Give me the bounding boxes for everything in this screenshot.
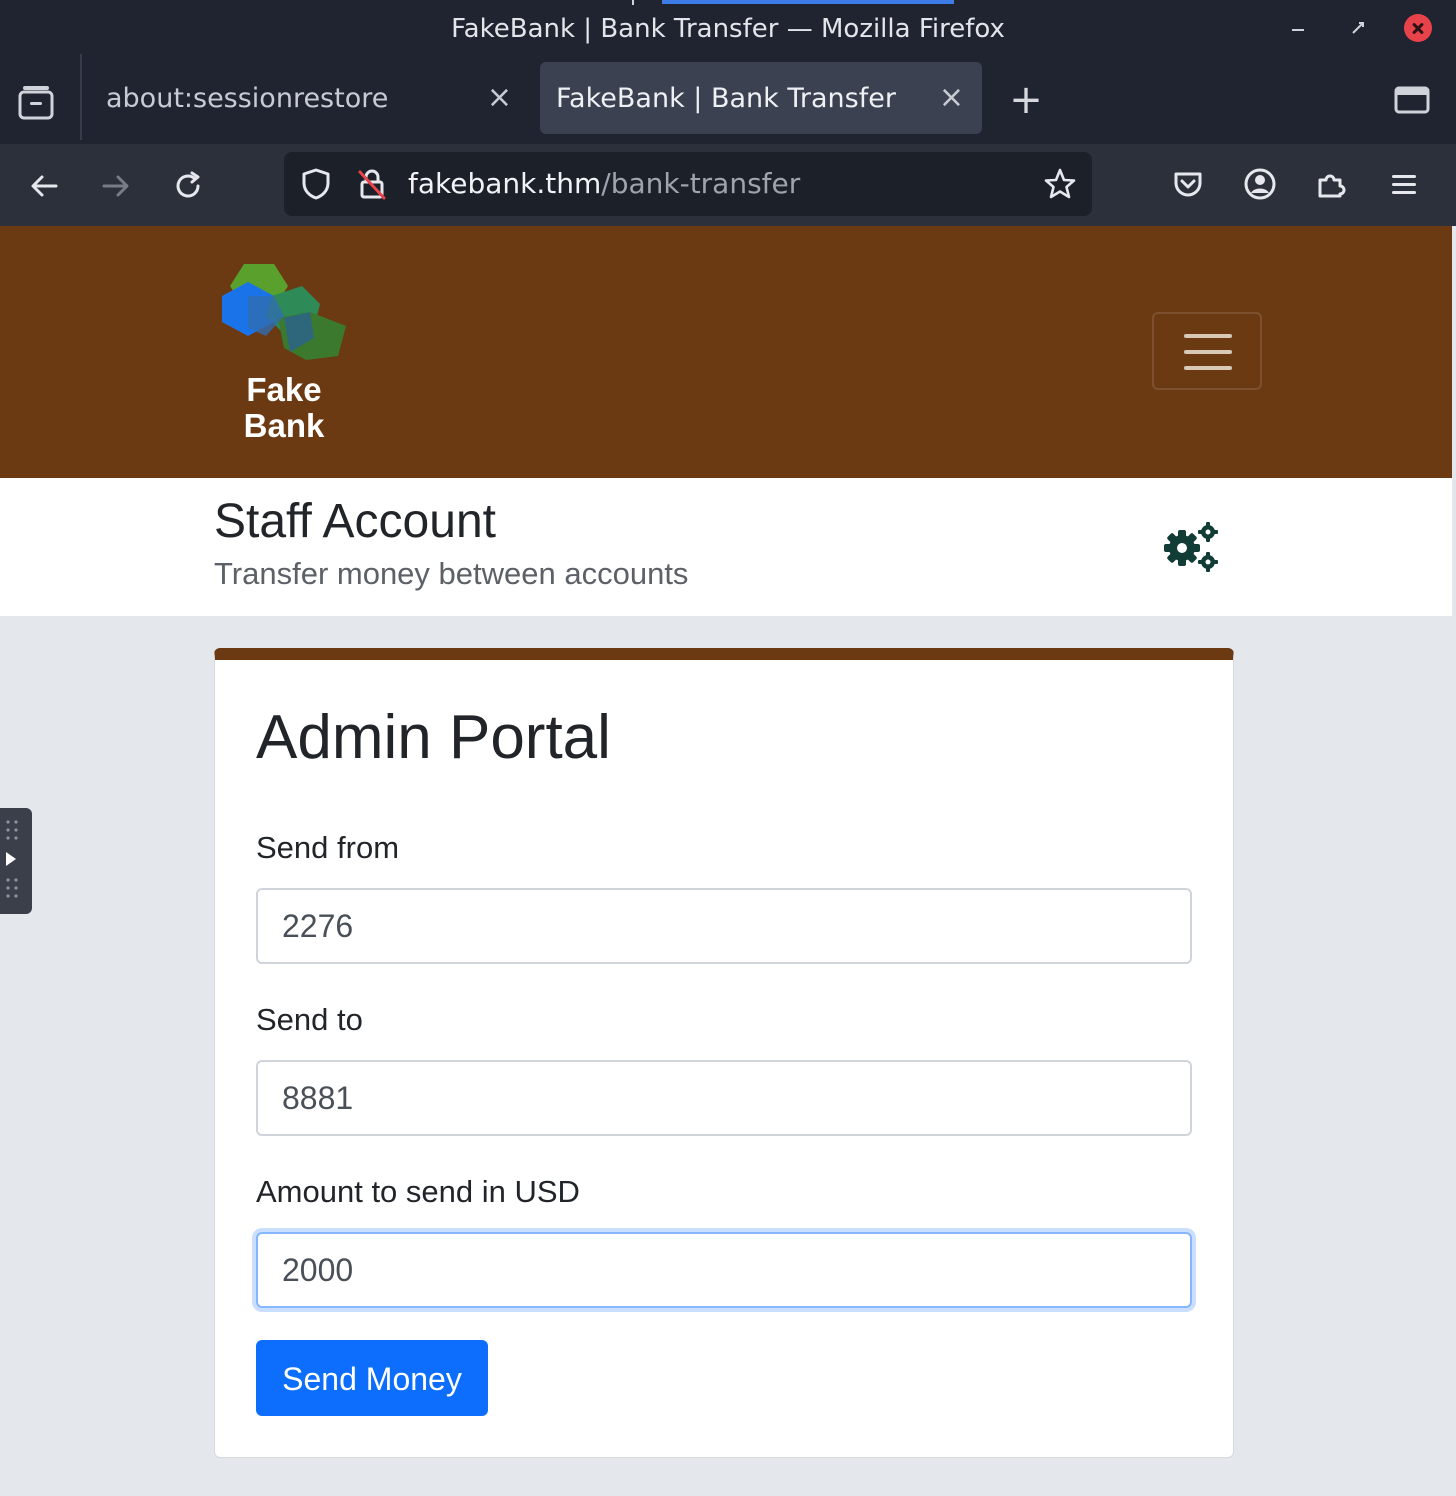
pocket-icon[interactable] [1170, 166, 1206, 202]
page-subtitle: Transfer money between accounts [214, 556, 689, 591]
send-from-input[interactable] [256, 888, 1192, 964]
tab-label: about:sessionrestore [106, 82, 389, 114]
side-panel-handle[interactable] [0, 808, 32, 914]
restore-icon [1352, 22, 1364, 34]
menu-bar-icon [1184, 334, 1232, 338]
drag-handle-icon [6, 820, 18, 898]
url-text[interactable]: fakebank.thm/bank-transfer [408, 167, 800, 200]
tab-separator [80, 54, 82, 140]
send-to-input[interactable] [256, 1060, 1192, 1136]
new-tab-button[interactable]: + [1006, 80, 1046, 120]
page-title: Staff Account [214, 495, 496, 548]
tab-list-icon[interactable] [1392, 80, 1432, 120]
active-tab-indicator [662, 0, 954, 4]
titlebar-marker [632, 0, 634, 5]
card-title: Admin Portal [256, 703, 611, 772]
minimize-icon [1292, 29, 1304, 31]
forward-button[interactable] [94, 164, 138, 208]
tracking-protection-icon[interactable] [298, 166, 334, 202]
reload-icon [176, 171, 200, 198]
send-to-label: Send to [256, 1002, 363, 1037]
send-from-label: Send from [256, 830, 400, 865]
settings-gears-icon[interactable] [1160, 518, 1224, 574]
star-icon[interactable] [1042, 166, 1078, 202]
firefox-view-icon[interactable] [14, 80, 58, 124]
insecure-lock-icon[interactable] [354, 166, 390, 202]
url-path: /bank-transfer [601, 167, 801, 200]
url-host: fakebank.thm [408, 167, 602, 200]
site-menu-toggle[interactable] [1152, 312, 1262, 390]
reload-button[interactable] [166, 164, 210, 208]
logo-line-2: Bank [243, 407, 325, 444]
tab-bank-transfer[interactable]: FakeBank | Bank Transfer × [540, 62, 982, 134]
minimize-button[interactable] [1284, 14, 1312, 42]
arrow-left-icon [31, 175, 58, 197]
close-tab-icon[interactable]: × [939, 80, 964, 115]
tab-sessionrestore[interactable]: about:sessionrestore × [90, 62, 530, 134]
hamburger-menu-icon[interactable] [1386, 166, 1422, 202]
amount-input[interactable] [256, 1232, 1192, 1308]
close-icon [1404, 14, 1432, 42]
menu-bar-icon [1184, 366, 1232, 370]
send-money-button[interactable]: Send Money [256, 1340, 488, 1416]
arrow-right-icon [102, 175, 129, 197]
account-icon[interactable] [1242, 166, 1278, 202]
back-button[interactable] [22, 164, 66, 208]
restore-button[interactable] [1344, 14, 1372, 42]
amount-label: Amount to send in USD [256, 1174, 580, 1209]
window-title: FakeBank | Bank Transfer — Mozilla Firef… [451, 14, 1005, 44]
menu-bar-icon [1184, 350, 1232, 354]
tab-label: FakeBank | Bank Transfer [556, 82, 896, 114]
logo-line-1: Fake [246, 371, 322, 408]
close-window-button[interactable] [1404, 14, 1432, 42]
close-tab-icon[interactable]: × [487, 80, 512, 115]
window-titlebar: FakeBank | Bank Transfer — Mozilla Firef… [0, 0, 1456, 62]
logo-text: Fake Bank [220, 372, 348, 444]
extensions-icon[interactable] [1314, 166, 1350, 202]
fakebank-logo-icon[interactable] [218, 256, 348, 366]
